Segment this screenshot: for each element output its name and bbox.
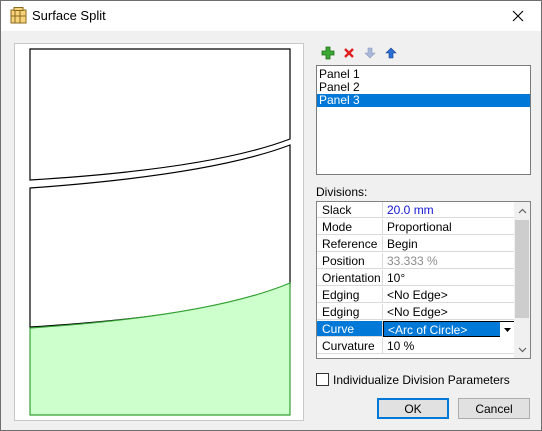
split-preview-canvas <box>14 43 304 421</box>
move-up-icon <box>385 47 397 59</box>
property-value[interactable]: <Arc of Circle> <box>383 321 515 337</box>
property-value-text: 33.333 % <box>387 254 438 268</box>
move-down-button[interactable] <box>362 45 378 61</box>
property-value-text: 20.0 mm <box>387 203 434 217</box>
delete-panel-button[interactable] <box>341 45 357 61</box>
move-down-icon <box>364 47 376 59</box>
property-name: Orientation <box>317 270 383 286</box>
property-value[interactable]: <No Edge> <box>383 287 515 303</box>
chevron-down-icon <box>518 347 526 352</box>
property-value-text: <No Edge> <box>387 305 448 319</box>
property-value-text: 10° <box>387 271 406 285</box>
individualize-label: Individualize Division Parameters <box>333 373 510 387</box>
divisions-label: Divisions: <box>316 185 368 199</box>
property-value[interactable]: 33.333 % <box>383 253 515 269</box>
vertical-scrollbar[interactable] <box>514 202 530 358</box>
property-row[interactable]: Curve <Arc of Circle> <box>317 321 515 338</box>
close-icon <box>512 10 524 22</box>
property-name: Curvature <box>317 338 383 354</box>
dropdown-arrow-icon <box>503 327 511 332</box>
property-name: Position <box>317 253 383 269</box>
property-value-text: <No Edge> <box>387 288 448 302</box>
property-value[interactable]: Proportional <box>383 219 515 235</box>
property-value-text: <Arc of Circle> <box>388 323 468 337</box>
property-row[interactable]: Orientation 10° <box>317 270 515 287</box>
property-value[interactable]: <No Edge> <box>383 304 515 320</box>
property-value[interactable]: 10 % <box>383 338 515 354</box>
property-value[interactable]: 10° <box>383 270 515 286</box>
ok-button[interactable]: OK <box>377 398 449 419</box>
property-row[interactable]: Edging <No Edge> <box>317 304 515 321</box>
ok-button-label: OK <box>404 401 422 416</box>
property-value-text: Begin <box>387 237 418 251</box>
individualize-checkbox[interactable] <box>316 373 329 386</box>
surface-split-dialog: Surface Split Panel 1 Panel 2 Panel 3 Di… <box>0 0 542 431</box>
property-row[interactable]: Mode Proportional <box>317 219 515 236</box>
property-value-text: 10 % <box>387 339 415 353</box>
divisions-property-grid[interactable]: Slack 20.0 mm Mode Proportional Reference Beg… <box>316 201 531 359</box>
curve-dropdown-button[interactable] <box>500 322 514 337</box>
scroll-up-button[interactable] <box>514 202 530 219</box>
property-row[interactable]: Curvature 10 % <box>317 338 515 355</box>
scroll-thumb[interactable] <box>515 220 529 318</box>
property-name: Mode <box>317 219 383 235</box>
property-row[interactable]: Position 33.333 % <box>317 253 515 270</box>
close-button[interactable] <box>495 1 541 31</box>
property-name: Edging <box>317 304 383 320</box>
move-up-button[interactable] <box>383 45 399 61</box>
window-title: Surface Split <box>32 8 106 23</box>
title-bar: Surface Split <box>1 1 541 31</box>
property-value-text: Proportional <box>387 220 452 234</box>
property-name: Edging <box>317 287 383 303</box>
surface-split-app-icon <box>10 7 27 24</box>
chevron-up-icon <box>518 208 526 213</box>
panels-list[interactable]: Panel 1 Panel 2 Panel 3 <box>316 65 531 175</box>
property-row[interactable]: Edging <No Edge> <box>317 287 515 304</box>
property-name: Slack <box>317 202 383 218</box>
property-name: Reference <box>317 236 383 252</box>
property-row[interactable]: Reference Begin <box>317 236 515 253</box>
property-row[interactable]: Slack 20.0 mm <box>317 202 515 219</box>
cancel-button[interactable]: Cancel <box>458 398 530 419</box>
property-name: Curve <box>317 321 383 337</box>
property-value[interactable]: 20.0 mm <box>383 202 515 218</box>
add-icon <box>321 46 335 60</box>
scroll-down-button[interactable] <box>514 341 530 358</box>
delete-icon <box>344 48 354 58</box>
add-panel-button[interactable] <box>320 45 336 61</box>
panel-list-item[interactable]: Panel 3 <box>317 94 530 107</box>
property-value[interactable]: Begin <box>383 236 515 252</box>
cancel-button-label: Cancel <box>475 401 513 416</box>
